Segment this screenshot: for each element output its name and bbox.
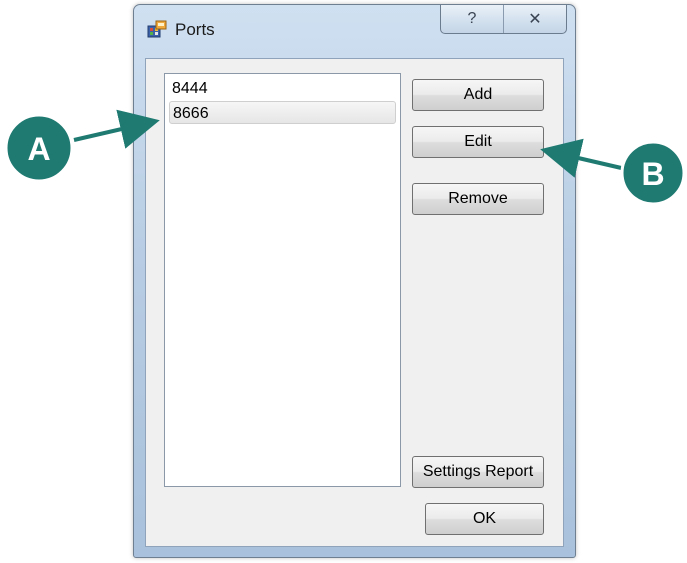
callout-b: B [540, 138, 686, 206]
callout-b-label: B [641, 156, 664, 192]
callout-a-arrow [73, 109, 160, 149]
callout-a-label: A [27, 131, 50, 167]
callout-b-arrow [540, 138, 631, 178]
callout-overlay: A B [4, 109, 686, 206]
callout-a: A [4, 109, 160, 183]
